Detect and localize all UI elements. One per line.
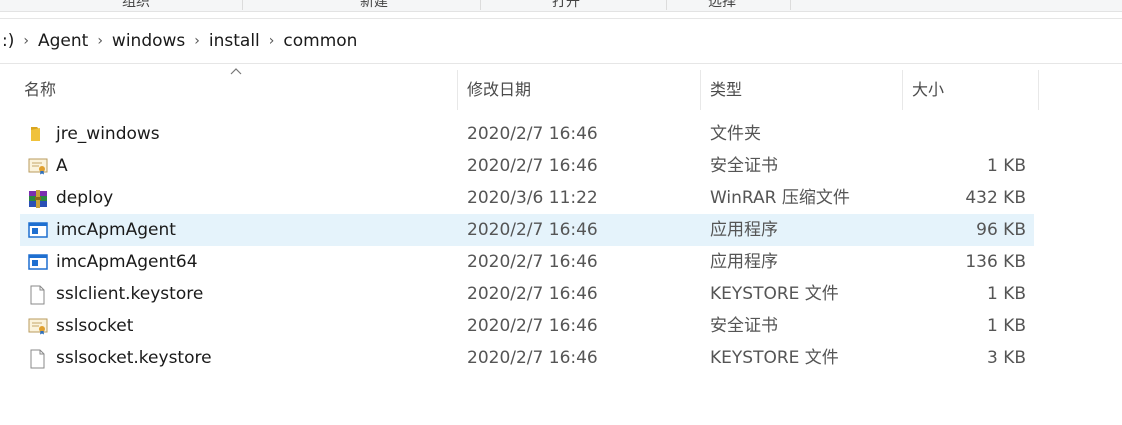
file-row[interactable]: sslsocket.keystore 2020/2/7 16:46 KEYSTO…	[20, 342, 1034, 374]
file-type: WinRAR 压缩文件	[710, 188, 850, 208]
ribbon-divider	[666, 0, 667, 10]
file-date: 2020/2/7 16:46	[467, 348, 598, 368]
file-list: jre_windows 2020/2/7 16:46 文件夹 A 2020/2/…	[20, 118, 1034, 374]
file-type: 应用程序	[710, 252, 778, 272]
ribbon-divider	[242, 0, 243, 10]
column-divider[interactable]	[902, 70, 903, 110]
file-name: sslclient.keystore	[56, 284, 204, 304]
file-date: 2020/2/7 16:46	[467, 124, 598, 144]
column-divider[interactable]	[457, 70, 458, 110]
file-icon	[28, 349, 46, 369]
column-header-row: 名称 修改日期 类型 大小	[20, 70, 1040, 110]
chevron-right-icon[interactable]: ›	[92, 33, 108, 49]
ribbon-divider	[790, 0, 791, 10]
file-size: 1 KB	[986, 316, 1026, 336]
file-row[interactable]: deploy 2020/3/6 11:22 WinRAR 压缩文件 432 KB	[20, 182, 1034, 214]
ribbon-divider	[480, 0, 481, 10]
breadcrumb-common[interactable]: common	[279, 31, 361, 51]
file-size: 136 KB	[965, 252, 1026, 272]
file-name: imcApmAgent	[56, 220, 176, 240]
file-name: deploy	[56, 188, 114, 208]
folder-icon	[28, 125, 46, 143]
file-type: 应用程序	[710, 220, 778, 240]
breadcrumb-agent[interactable]: Agent	[34, 31, 92, 51]
column-header-date[interactable]: 修改日期	[467, 70, 531, 110]
address-bar[interactable]: :) › Agent › windows › install › common	[0, 18, 1122, 64]
file-name: sslsocket.keystore	[56, 348, 212, 368]
file-row-selected[interactable]: imcApmAgent 2020/2/7 16:46 应用程序 96 KB	[20, 214, 1034, 246]
file-name: jre_windows	[56, 124, 160, 144]
application-icon	[28, 221, 48, 239]
ribbon-label-select[interactable]: 选择	[708, 0, 736, 11]
certificate-icon	[28, 317, 48, 335]
file-date: 2020/2/7 16:46	[467, 220, 598, 240]
breadcrumb-windows[interactable]: windows	[108, 31, 189, 51]
file-size: 1 KB	[986, 156, 1026, 176]
file-size: 1 KB	[986, 284, 1026, 304]
file-name: imcApmAgent64	[56, 252, 198, 272]
file-type: 文件夹	[710, 124, 761, 144]
file-row[interactable]: imcApmAgent64 2020/2/7 16:46 应用程序 136 KB	[20, 246, 1034, 278]
column-header-size[interactable]: 大小	[912, 70, 944, 110]
column-divider[interactable]	[700, 70, 701, 110]
file-row[interactable]: A 2020/2/7 16:46 安全证书 1 KB	[20, 150, 1034, 182]
file-size: 3 KB	[986, 348, 1026, 368]
certificate-icon	[28, 157, 48, 175]
file-date: 2020/2/7 16:46	[467, 156, 598, 176]
file-date: 2020/2/7 16:46	[467, 316, 598, 336]
chevron-right-icon[interactable]: ›	[18, 33, 34, 49]
application-icon	[28, 253, 48, 271]
file-size: 432 KB	[965, 188, 1026, 208]
chevron-right-icon[interactable]: ›	[264, 33, 280, 49]
breadcrumb-install[interactable]: install	[205, 31, 264, 51]
ribbon-strip: 组织 新建 打开 选择	[0, 0, 1122, 12]
file-row[interactable]: sslclient.keystore 2020/2/7 16:46 KEYSTO…	[20, 278, 1034, 310]
file-row[interactable]: sslsocket 2020/2/7 16:46 安全证书 1 KB	[20, 310, 1034, 342]
column-header-type[interactable]: 类型	[710, 70, 742, 110]
file-name: sslsocket	[56, 316, 134, 336]
file-type: KEYSTORE 文件	[710, 348, 839, 368]
column-divider[interactable]	[1038, 70, 1039, 110]
file-row[interactable]: jre_windows 2020/2/7 16:46 文件夹	[20, 118, 1034, 150]
file-date: 2020/2/7 16:46	[467, 252, 598, 272]
chevron-right-icon[interactable]: ›	[189, 33, 205, 49]
winrar-archive-icon	[28, 189, 47, 208]
ribbon-label-open[interactable]: 打开	[552, 0, 580, 11]
ribbon-label-new[interactable]: 新建	[360, 0, 388, 11]
file-type: KEYSTORE 文件	[710, 284, 839, 304]
file-type: 安全证书	[710, 156, 778, 176]
ribbon-label-organize[interactable]: 组织	[122, 0, 150, 11]
file-date: 2020/2/7 16:46	[467, 284, 598, 304]
breadcrumb-drive[interactable]: :)	[0, 31, 18, 51]
file-name: A	[56, 156, 68, 176]
file-type: 安全证书	[710, 316, 778, 336]
file-date: 2020/3/6 11:22	[467, 188, 598, 208]
file-size: 96 KB	[976, 220, 1026, 240]
file-icon	[28, 285, 46, 305]
column-header-name[interactable]: 名称	[24, 70, 56, 110]
